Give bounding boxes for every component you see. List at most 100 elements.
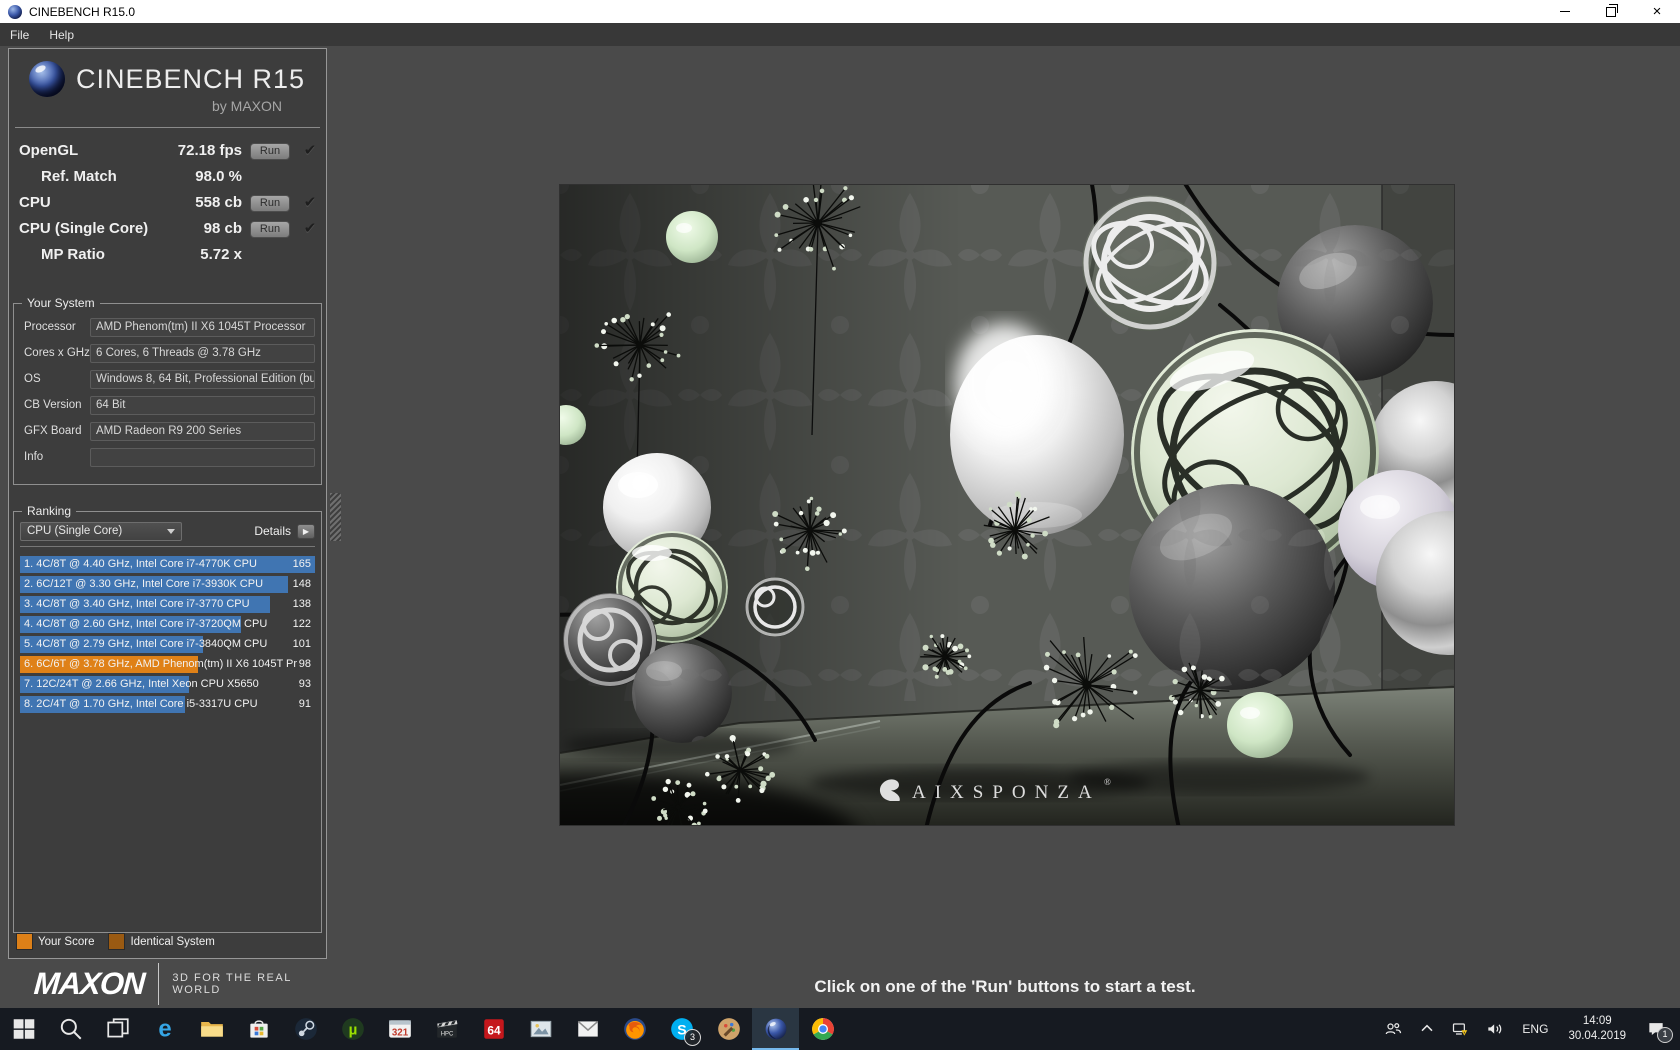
taskbar-steam-icon[interactable] xyxy=(282,1008,329,1050)
run-button[interactable]: Run xyxy=(250,142,290,160)
render-preview-image: AIXSPONZA ® xyxy=(340,172,1520,908)
ranking-row[interactable]: 5. 4C/8T @ 2.79 GHz, Intel Core i7-3840Q… xyxy=(20,636,315,653)
close-button[interactable]: × xyxy=(1634,0,1680,23)
taskbar-file-explorer-icon[interactable] xyxy=(188,1008,235,1050)
ranking-label: 8. 2C/4T @ 1.70 GHz, Intel Core i5-3317U… xyxy=(24,698,258,710)
ranking-score: 122 xyxy=(292,618,311,630)
ranking-legend: Your Score Identical System xyxy=(16,933,319,950)
legend-item: Your Score xyxy=(16,933,94,950)
taskbar-mail-icon[interactable] xyxy=(564,1008,611,1050)
ranking-row[interactable]: 3. 4C/8T @ 3.40 GHz, Intel Core i7-3770 … xyxy=(20,596,315,613)
arrow-right-icon: ▶ xyxy=(302,526,310,536)
menu-help[interactable]: Help xyxy=(49,28,74,42)
ranking-row[interactable]: 6. 6C/6T @ 3.78 GHz, AMD Phenom(tm) II X… xyxy=(20,656,315,673)
result-label: CPU (Single Core) xyxy=(19,219,149,237)
volume-icon[interactable] xyxy=(1480,1008,1510,1050)
test-enabled-checkmark-icon[interactable]: ✔ xyxy=(300,193,320,211)
ranking-row[interactable]: 4. 4C/8T @ 2.60 GHz, Intel Core i7-3720Q… xyxy=(20,616,315,633)
system-field-row: GFX Board AMD Radeon R9 200 Series xyxy=(20,418,315,444)
run-slot: Run xyxy=(242,141,300,160)
ranking-row[interactable]: 7. 12C/24T @ 2.66 GHz, Intel Xeon CPU X5… xyxy=(20,676,315,693)
taskbar-firefox-icon[interactable] xyxy=(611,1008,658,1050)
system-field-row: Info xyxy=(20,444,315,470)
taskbar-edge-icon[interactable]: e xyxy=(141,1008,188,1050)
ranking-label: 6. 6C/6T @ 3.78 GHz, AMD Phenom(tm) II X… xyxy=(24,658,298,670)
ranking-label: 3. 4C/8T @ 3.40 GHz, Intel Core i7-3770 … xyxy=(24,598,250,610)
window-title: CINEBENCH R15.0 xyxy=(29,4,136,19)
logo-title: CINEBENCH R15 xyxy=(76,63,306,94)
language-indicator[interactable]: ENG xyxy=(1514,1022,1556,1036)
svg-text:AIXSPONZA: AIXSPONZA xyxy=(912,782,1101,803)
system-field-label: OS xyxy=(24,373,41,385)
result-row: OpenGL 72.18 fps Run ✔ xyxy=(19,137,320,163)
svg-text:HPC: HPC xyxy=(440,1032,453,1038)
svg-text:e: e xyxy=(158,1016,171,1042)
title-bar: CINEBENCH R15.0 × xyxy=(0,0,1680,23)
taskbar-skype-icon[interactable]: S3 xyxy=(658,1008,705,1050)
maxon-logo: MAXON xyxy=(32,966,146,1001)
chevron-up-icon[interactable] xyxy=(1412,1008,1442,1050)
ranking-label: 4. 4C/8T @ 2.60 GHz, Intel Core i7-3720Q… xyxy=(24,618,268,630)
taskbar-paint-app-icon[interactable] xyxy=(705,1008,752,1050)
minimize-button[interactable] xyxy=(1542,0,1588,23)
result-value: 98.0 % xyxy=(195,167,242,185)
taskbar-cinebench-icon[interactable] xyxy=(752,1008,799,1050)
system-field-row: CB Version 64 Bit xyxy=(20,392,315,418)
restore-icon xyxy=(1606,3,1618,17)
system-field-value: AMD Radeon R9 200 Series xyxy=(90,421,315,441)
ranking-score: 165 xyxy=(292,558,311,570)
result-value: 5.72 x xyxy=(200,245,242,263)
taskbar-mpc-hc-icon[interactable]: HPC xyxy=(423,1008,470,1050)
system-field-label: CB Version xyxy=(24,399,82,411)
taskbar-utorrent-icon[interactable]: µ xyxy=(329,1008,376,1050)
ranking-row[interactable]: 2. 6C/12T @ 3.30 GHz, Intel Core i7-3930… xyxy=(20,576,315,593)
result-row: Ref. Match 98.0 % xyxy=(19,163,320,189)
svg-text:321: 321 xyxy=(391,1028,408,1039)
test-enabled-checkmark-icon[interactable]: ✔ xyxy=(300,141,320,159)
run-button[interactable]: Run xyxy=(250,194,290,212)
menu-file[interactable]: File xyxy=(10,28,29,42)
people-icon[interactable] xyxy=(1378,1008,1408,1050)
ranking-category-dropdown[interactable]: CPU (Single Core) xyxy=(20,521,182,541)
logo-subtitle: by MAXON xyxy=(211,98,282,114)
run-slot: Run xyxy=(242,219,300,238)
taskbar-photo-viewer-icon[interactable] xyxy=(517,1008,564,1050)
your-system-group: Your System Processor AMD Phenom(tm) II X… xyxy=(13,296,322,485)
taskbar-start-icon[interactable] xyxy=(0,1008,47,1050)
taskbar-chrome-icon[interactable] xyxy=(799,1008,846,1050)
taskbar-clock[interactable]: 14:09 30.04.2019 xyxy=(1560,1014,1634,1044)
ranking-category-value: CPU (Single Core) xyxy=(27,525,123,537)
taskbar-apps: e µ 321 HPC 64 S 3 xyxy=(0,1008,846,1050)
network-icon[interactable] xyxy=(1446,1008,1476,1050)
benchmark-panel: CINEBENCH R15 by MAXON OpenGL 72.18 fps Ru… xyxy=(8,48,327,959)
legend-item: Identical System xyxy=(108,933,215,950)
taskbar-search-icon[interactable] xyxy=(47,1008,94,1050)
taskbar-media-321-icon[interactable]: 321 xyxy=(376,1008,423,1050)
ranking-label: 1. 4C/8T @ 4.40 GHz, Intel Core i7-4770K… xyxy=(24,558,257,570)
result-label: Ref. Match xyxy=(41,167,117,185)
run-button[interactable]: Run xyxy=(250,220,290,238)
panel-resize-grip[interactable] xyxy=(330,493,341,541)
system-field-label: GFX Board xyxy=(24,425,82,437)
footer-branding: MAXON 3D FOR THE REAL WORLD xyxy=(8,961,338,1007)
taskbar-store-icon[interactable] xyxy=(235,1008,282,1050)
taskbar-task-view-icon[interactable] xyxy=(94,1008,141,1050)
skype-badge: 3 xyxy=(684,1029,701,1046)
result-label: MP Ratio xyxy=(41,245,105,263)
system-field-label: Info xyxy=(24,451,44,463)
ranking-row[interactable]: 1. 4C/8T @ 4.40 GHz, Intel Core i7-4770K… xyxy=(20,556,315,573)
logo-row: CINEBENCH R15 xyxy=(9,49,326,97)
clock-time: 14:09 xyxy=(1582,1015,1612,1028)
minimize-icon xyxy=(1560,11,1570,12)
test-enabled-checkmark-icon[interactable]: ✔ xyxy=(300,219,320,237)
app-window: CINEBENCH R15 by MAXON OpenGL 72.18 fps Ru… xyxy=(0,46,1680,1008)
ranking-row[interactable]: 8. 2C/4T @ 1.70 GHz, Intel Core i5-3317U… xyxy=(20,696,315,713)
system-field-value: 6 Cores, 6 Threads @ 3.78 GHz xyxy=(90,343,315,363)
details-button[interactable]: ▶ xyxy=(297,523,315,539)
taskbar-aida64-icon[interactable]: 64 xyxy=(470,1008,517,1050)
action-center-icon[interactable]: 1 xyxy=(1638,1008,1674,1050)
restore-button[interactable] xyxy=(1588,0,1634,23)
ranking-label: 7. 12C/24T @ 2.66 GHz, Intel Xeon CPU X5… xyxy=(24,678,259,690)
your-system-title: Your System xyxy=(22,296,100,310)
system-field-row: Cores x GHz 6 Cores, 6 Threads @ 3.78 GHz xyxy=(20,340,315,366)
